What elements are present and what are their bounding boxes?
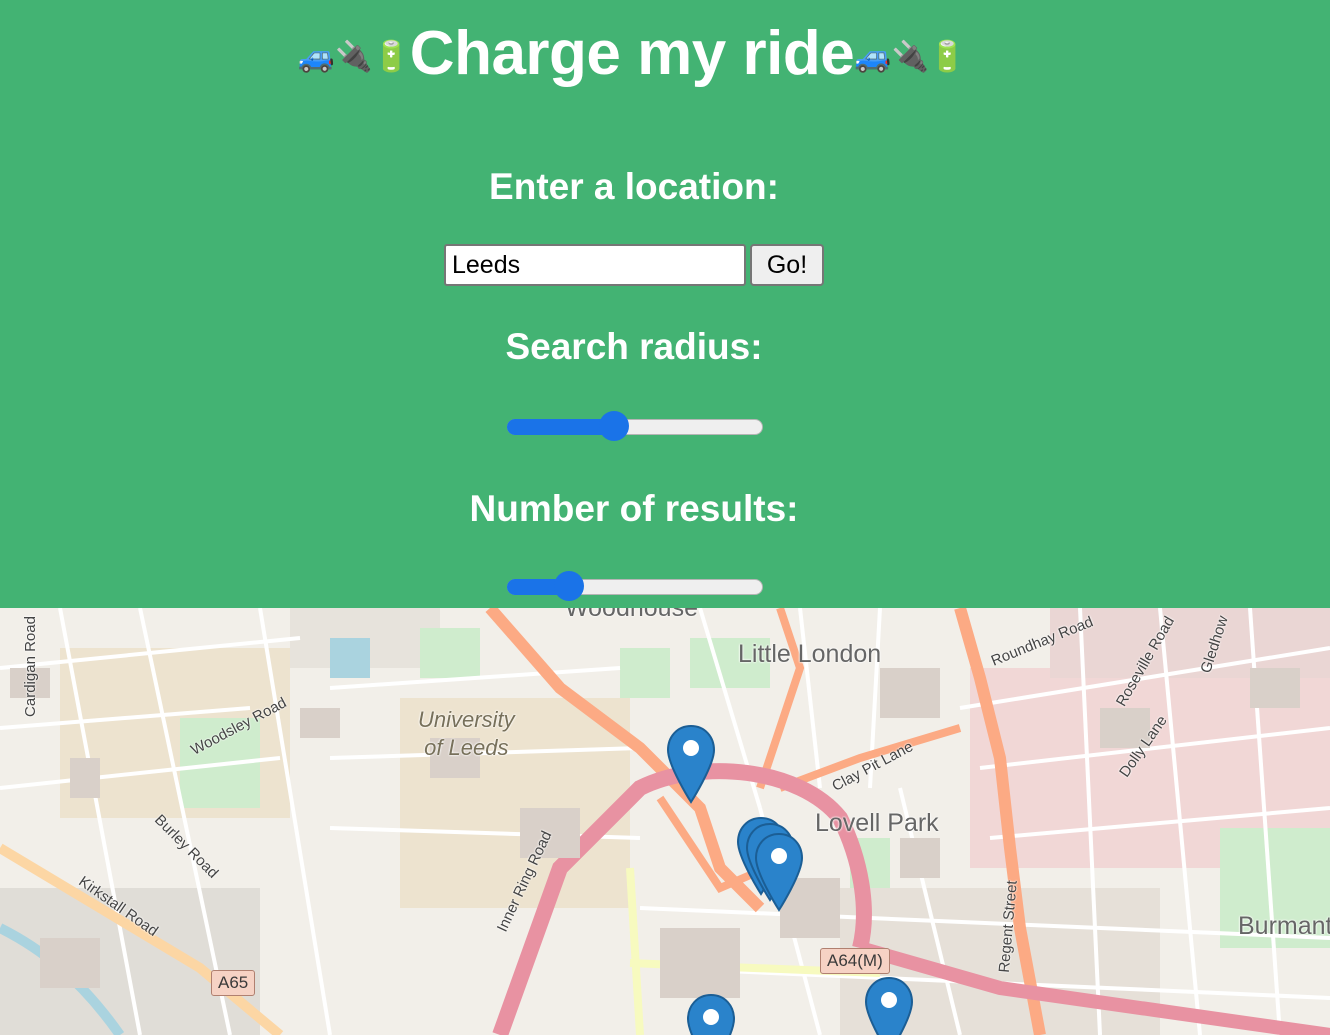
marker-pin-icon xyxy=(686,993,736,1035)
map-university-line: of Leeds xyxy=(424,735,509,760)
location-input[interactable] xyxy=(444,244,746,286)
map-district-label: Lovell Park xyxy=(815,809,939,837)
go-button[interactable]: Go! xyxy=(750,244,824,286)
map-district-label: Burmantofts xyxy=(1238,912,1330,940)
slider-thumb[interactable] xyxy=(554,571,585,601)
radius-label: Search radius: xyxy=(505,326,763,367)
charger-marker-icon[interactable] xyxy=(666,724,716,806)
results-slider[interactable] xyxy=(507,571,763,601)
map-district-label: Woodhouse xyxy=(565,608,698,622)
car-plug-battery-icon: 🚙🔌🔋 xyxy=(297,40,410,74)
road-shield: A64(M) xyxy=(820,948,890,974)
map[interactable]: Woodhouse Little London Lovell Park Burm… xyxy=(0,608,1330,1035)
car-plug-battery-icon: 🚙🔌🔋 xyxy=(854,40,967,74)
charger-marker-icon[interactable] xyxy=(754,832,804,914)
charger-marker-icon[interactable] xyxy=(686,993,736,1035)
location-label: Enter a location: xyxy=(489,166,779,207)
page-title-text: Charge my ride xyxy=(409,19,855,88)
slider-thumb[interactable] xyxy=(598,411,629,441)
slider-fill xyxy=(507,419,614,435)
map-university-line: University xyxy=(418,707,515,732)
marker-pin-icon xyxy=(864,976,914,1035)
radius-slider[interactable] xyxy=(507,411,763,441)
map-district-label: Little London xyxy=(738,640,882,668)
header: 🚙🔌🔋Charge my ride🚙🔌🔋 Enter a location: G… xyxy=(0,0,1330,608)
marker-pin-icon xyxy=(666,724,716,804)
page-title: 🚙🔌🔋Charge my ride🚙🔌🔋 xyxy=(0,18,1264,94)
road-shield: A65 xyxy=(211,970,256,996)
map-road-label: Cardigan Road xyxy=(21,616,39,717)
marker-pin-icon xyxy=(754,832,804,912)
results-label: Number of results: xyxy=(469,488,799,529)
charger-marker-icon[interactable] xyxy=(864,976,914,1035)
map-university-label: University of Leeds xyxy=(418,706,515,762)
